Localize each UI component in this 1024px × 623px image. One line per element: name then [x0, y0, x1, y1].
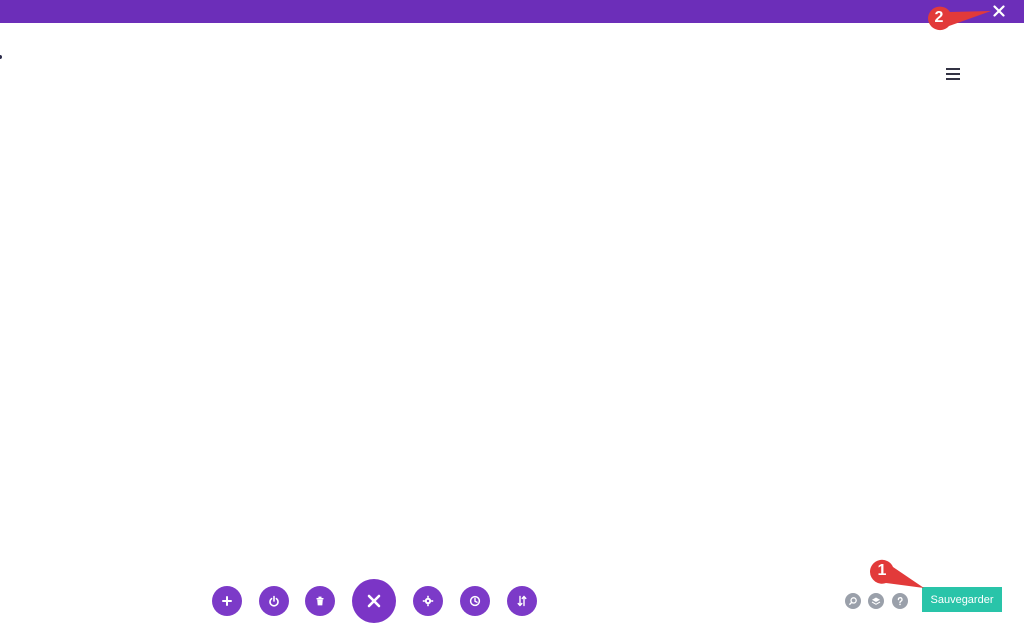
- close-icon: [367, 594, 381, 608]
- trash-icon: [316, 596, 324, 606]
- callout-2-number: 2: [934, 9, 944, 26]
- sort-icon: [517, 595, 527, 607]
- save-button[interactable]: Sauvegarder: [922, 587, 1002, 612]
- hamburger-icon: [946, 68, 960, 80]
- help-button[interactable]: [892, 593, 908, 609]
- search-button[interactable]: [845, 593, 861, 609]
- callout-1-number: 1: [877, 562, 887, 579]
- plus-icon: [222, 596, 232, 606]
- help-icon: [897, 597, 903, 606]
- history-icon: [469, 595, 481, 607]
- layers-button[interactable]: [868, 593, 884, 609]
- menu-button[interactable]: [942, 63, 964, 85]
- callout-1: 1: [868, 556, 928, 592]
- left-edge-marker: [0, 55, 2, 59]
- bottom-toolbar: [0, 0, 1024, 623]
- gear-icon: [422, 595, 434, 607]
- layers-icon: [871, 597, 881, 605]
- power-icon: [269, 595, 279, 607]
- close-builder-fab[interactable]: [352, 579, 396, 623]
- callout-2: 2: [925, 4, 997, 34]
- top-bar: [0, 0, 1024, 23]
- search-icon: [849, 597, 857, 605]
